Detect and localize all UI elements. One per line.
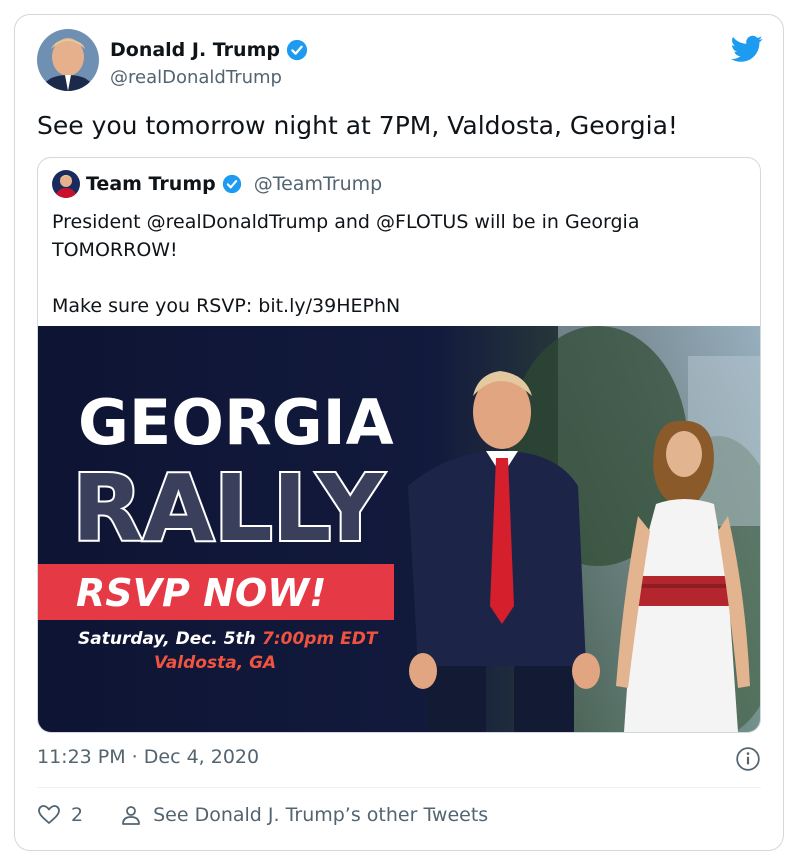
quoted-tweet[interactable]: Team Trump @TeamTrump President @realDon… [37,157,761,733]
person-icon [122,806,140,825]
headline-georgia: GEORGIA [78,386,394,459]
quoted-verified-icon [222,174,241,194]
quoted-text: President @realDonaldTrump and @FLOTUS w… [52,211,640,317]
quoted-name: Team Trump [86,173,216,195]
divider [37,787,761,788]
heart-icon [38,805,60,824]
other-tweets-label: See Donald J. Trump’s other Tweets [153,804,489,826]
twitter-bird-icon[interactable] [731,35,763,63]
like-button[interactable]: 2 [37,803,83,827]
author-name[interactable]: Donald J. Trump [110,39,280,61]
info-icon[interactable] [735,746,761,772]
quoted-header: Team Trump @TeamTrump [52,170,382,198]
tweet-timestamp[interactable]: 11:23 PM · Dec 4, 2020 [37,746,259,768]
verified-icon [286,39,308,61]
author-handle[interactable]: @realDonaldTrump [110,67,282,88]
rally-image[interactable]: GEORGIA RALLY RSVP NOW! Saturday, Dec. 5… [38,326,760,732]
author-name-row[interactable]: Donald J. Trump [110,39,308,61]
event-location: Valdosta, GA [154,653,276,673]
other-tweets-link[interactable]: See Donald J. Trump’s other Tweets [119,803,488,827]
tweet-text: See you tomorrow night at 7PM, Valdosta,… [37,111,678,140]
like-count: 2 [71,804,84,826]
headline-rally: RALLY [72,455,385,562]
tweet-actions: 2 See Donald J. Trump’s other Tweets [37,803,488,827]
quoted-handle: @TeamTrump [253,173,383,195]
author-avatar[interactable] [37,29,99,91]
tweet-card: Donald J. Trump @realDonaldTrump See you… [14,14,784,851]
event-date: Saturday, Dec. 5th [78,629,256,649]
event-time: 7:00pm EDT [262,629,379,649]
quoted-avatar [52,170,80,198]
rsvp-cta: RSVP NOW! [76,571,326,615]
